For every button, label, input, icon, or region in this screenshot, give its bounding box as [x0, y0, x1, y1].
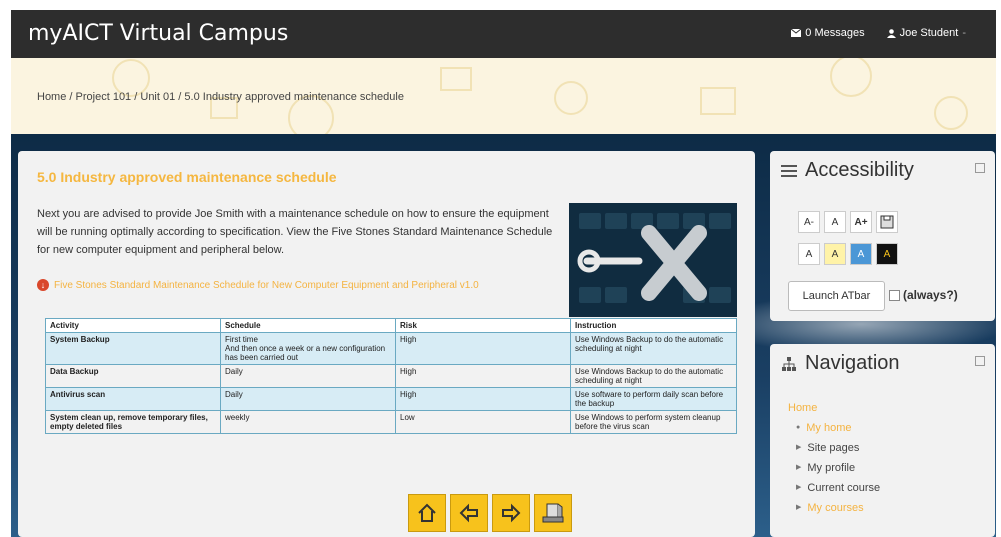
lesson-nav-buttons	[408, 494, 572, 532]
table-row: System Backup First time And then once a…	[45, 332, 737, 365]
page-header: Home / Project 101 / Unit 01 / 5.0 Indus…	[11, 58, 996, 134]
navigation-tree: Home ● My home ▶ Site pages ▶ My profile ▶ C…	[788, 398, 880, 518]
home-button[interactable]	[408, 494, 446, 532]
intro-text: Next you are advised to provide Joe Smit…	[37, 208, 553, 256]
minimize-icon[interactable]	[975, 356, 985, 366]
save-settings-button[interactable]	[876, 211, 898, 233]
launch-atbar-button[interactable]: Launch ATbar	[788, 281, 885, 311]
decrease-text-button[interactable]: A-	[798, 211, 820, 233]
nav-home[interactable]: Home	[788, 398, 880, 418]
table-cell: Use software to perform daily scan befor…	[570, 387, 737, 411]
nav-item-my-profile[interactable]: ▶ My profile	[796, 458, 880, 478]
back-button[interactable]	[450, 494, 488, 532]
table-cell: Use Windows Backup to do the automatic s…	[570, 332, 737, 365]
user-caret: -	[962, 27, 966, 39]
schedule-download-link[interactable]: ↓ Five Stones Standard Maintenance Sched…	[37, 279, 479, 291]
messages-label: 0 Messages	[805, 27, 865, 39]
color-blue-button[interactable]: A	[850, 243, 872, 265]
nav-item-site-pages[interactable]: ▶ Site pages	[796, 438, 880, 458]
page-title: 5.0 Industry approved maintenance schedu…	[37, 169, 337, 185]
breadcrumb: Home / Project 101 / Unit 01 / 5.0 Indus…	[37, 91, 404, 103]
accessibility-title: Accessibility	[805, 159, 914, 181]
home-icon	[418, 503, 436, 522]
main-content-panel: 5.0 Industry approved maintenance schedu…	[18, 151, 755, 537]
table-cell: weekly	[220, 410, 396, 434]
table-cell: System Backup	[45, 332, 221, 365]
back-arrow-icon	[459, 503, 478, 523]
content-area: 5.0 Industry approved maintenance schedu…	[11, 134, 996, 537]
save-icon	[880, 215, 894, 229]
nav-item-current-course[interactable]: ▶ Current course	[796, 478, 880, 498]
font-size-buttons: A- A A+	[798, 211, 898, 233]
column-header: Instruction	[570, 318, 737, 333]
exit-icon	[542, 503, 564, 523]
color-default-button[interactable]: A	[798, 243, 820, 265]
download-icon: ↓	[37, 279, 49, 291]
accessibility-header: Accessibility	[781, 159, 914, 182]
always-option[interactable]: (always?)	[889, 288, 958, 302]
schedule-link-label: Five Stones Standard Maintenance Schedul…	[54, 279, 479, 291]
nav-item-my-courses[interactable]: ▶ My courses	[796, 498, 880, 518]
messages-link[interactable]: 0 Messages	[791, 27, 865, 39]
expand-arrow-icon: ▶	[796, 464, 802, 471]
table-cell: High	[395, 364, 571, 388]
table-cell: Use Windows to perform system cleanup be…	[570, 410, 737, 434]
keyboard-wrench-image	[569, 203, 737, 317]
table-cell: Antivirus scan	[45, 387, 221, 411]
navigation-header: Navigation	[781, 352, 900, 375]
user-icon	[886, 28, 896, 38]
column-header: Risk	[395, 318, 571, 333]
breadcrumb-home[interactable]: Home	[37, 91, 66, 103]
forward-button[interactable]	[492, 494, 530, 532]
navigation-block: Navigation Home ● My home ▶ Site pages ▶ My…	[770, 344, 995, 537]
top-navbar: myAICT Virtual Campus 0 Messages Joe Stu…	[11, 10, 996, 58]
color-dark-button[interactable]: A	[876, 243, 898, 265]
table-cell: Low	[395, 410, 571, 434]
exit-button[interactable]	[534, 494, 572, 532]
minimize-icon[interactable]	[975, 163, 985, 173]
table-cell: Use Windows Backup to do the automatic s…	[570, 364, 737, 388]
breadcrumb-project[interactable]: Project 101	[76, 91, 132, 103]
table-cell: Daily	[220, 387, 396, 411]
column-header: Activity	[45, 318, 221, 333]
table-header-row: Activity Schedule Risk Instruction	[45, 318, 737, 333]
table-row: Data Backup Daily High Use Windows Backu…	[45, 364, 737, 388]
forward-arrow-icon	[502, 503, 521, 523]
expand-arrow-icon: ▶	[796, 484, 802, 491]
table-cell: First time And then once a week or a new…	[220, 332, 396, 365]
user-menu[interactable]: Joe Student -	[886, 27, 966, 39]
always-label: (always?)	[903, 288, 958, 302]
breadcrumb-unit[interactable]: Unit 01	[140, 91, 175, 103]
table-cell: Data Backup	[45, 364, 221, 388]
table-row: System clean up, remove temporary files,…	[45, 410, 737, 434]
nav-item-my-home[interactable]: ● My home	[796, 418, 880, 438]
reset-text-button[interactable]: A	[824, 211, 846, 233]
always-checkbox[interactable]	[889, 289, 900, 301]
maintenance-schedule-table: Activity Schedule Risk Instruction Syste…	[45, 318, 737, 434]
table-cell: System clean up, remove temporary files,…	[45, 410, 221, 434]
color-yellow-button[interactable]: A	[824, 243, 846, 265]
navigation-title: Navigation	[805, 352, 900, 374]
sitemap-icon	[782, 356, 796, 371]
table-row: Antivirus scan Daily High Use software t…	[45, 387, 737, 411]
bullet-icon: ●	[796, 424, 801, 431]
color-scheme-buttons: A A A A	[798, 243, 898, 265]
breadcrumb-current: 5.0 Industry approved maintenance schedu…	[184, 91, 404, 103]
accessibility-block: Accessibility A- A A+ A A A A Launch ATb…	[770, 151, 995, 321]
menu-icon	[781, 164, 797, 177]
site-brand[interactable]: myAICT Virtual Campus	[28, 21, 288, 46]
envelope-icon	[791, 29, 802, 37]
table-cell: High	[395, 387, 571, 411]
expand-arrow-icon: ▶	[796, 444, 802, 451]
table-cell: High	[395, 332, 571, 365]
table-cell: Daily	[220, 364, 396, 388]
expand-arrow-icon: ▶	[796, 504, 802, 511]
user-name: Joe Student	[899, 27, 959, 39]
column-header: Schedule	[220, 318, 396, 333]
increase-text-button[interactable]: A+	[850, 211, 872, 233]
